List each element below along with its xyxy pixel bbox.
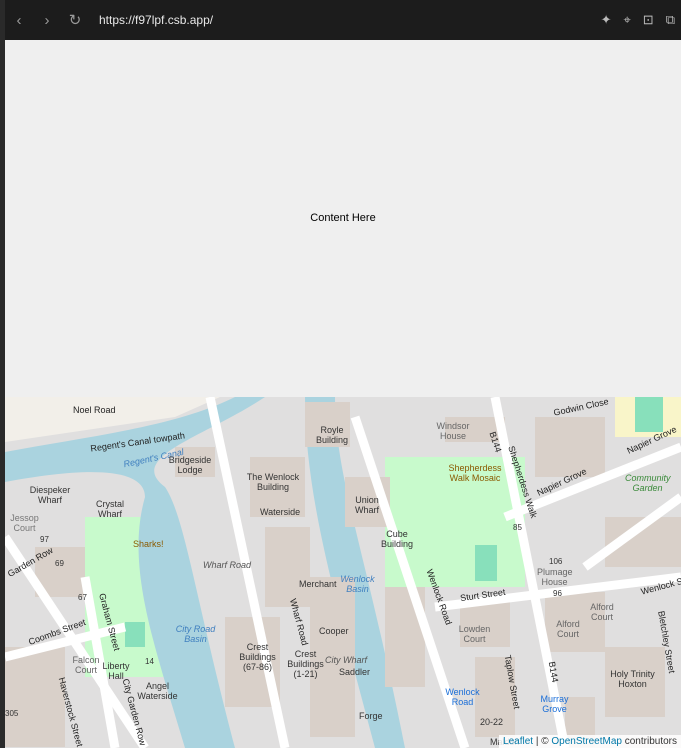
map-label: Crest Buildings (1-21): [287, 649, 324, 679]
map-label: 20-22: [480, 717, 504, 727]
map-label: Wharf Road: [203, 560, 252, 570]
map-label: Forge: [359, 711, 383, 721]
map-label: Wenlock Basin: [340, 574, 375, 594]
map-label: Diespeker Wharf: [29, 485, 71, 505]
map-label: 106: [549, 557, 563, 566]
map-label: Cooper: [319, 626, 349, 636]
forward-button[interactable]: ›: [33, 12, 61, 29]
map-label: Holy Trinity Hoxton: [610, 669, 655, 689]
content-text: Content Here: [310, 211, 376, 224]
map-label: Noel Road: [73, 405, 116, 415]
map-label: Crystal Wharf: [95, 499, 124, 519]
map-label: Crest Buildings (67-86): [239, 642, 276, 672]
crosshair-icon[interactable]: ⌖: [623, 12, 630, 28]
map-label: City Road Basin: [175, 624, 216, 644]
map-label: 305: [5, 709, 19, 718]
map-label: Merchant: [299, 579, 337, 589]
map-label: 96: [553, 589, 562, 598]
map-label: Cube Building: [380, 529, 414, 549]
map[interactable]: Noel Road Regent's Canal towpath Regent'…: [5, 397, 681, 748]
content-area: Content Here: [5, 40, 681, 397]
map-label: 67: [78, 593, 87, 602]
map-label: Union Wharf: [354, 495, 379, 515]
map-label: Jessop Court: [10, 513, 39, 533]
map-label: Shepherdess Walk Mosaic: [448, 463, 502, 483]
map-label: Alford Court: [556, 619, 580, 639]
map-label: Bridgeside Lodge: [168, 455, 212, 475]
map-label: 69: [55, 559, 64, 568]
map-label: Wenlock Road: [445, 687, 480, 707]
map-label: Sharks!: [133, 539, 164, 549]
map-label: Royle Building: [315, 425, 349, 445]
attribution-suffix: contributors: [621, 736, 677, 747]
map-label: Community Garden: [625, 473, 671, 493]
back-button[interactable]: ‹: [5, 12, 33, 29]
terminal-icon[interactable]: ⊡: [643, 12, 654, 28]
map-label: City Wharf: [325, 655, 368, 665]
map-label: Lowden Court: [458, 624, 491, 644]
osm-link[interactable]: OpenStreetMap: [551, 736, 622, 747]
map-label: Saddler: [339, 667, 371, 677]
map-label: 97: [40, 535, 49, 544]
reload-button[interactable]: ↻: [61, 11, 89, 29]
attribution-separator: | ©: [533, 736, 552, 747]
map-label: 85: [513, 523, 522, 532]
address-bar[interactable]: https://f97lpf.csb.app/: [99, 13, 213, 27]
map-label: Murray Grove: [540, 694, 569, 714]
map-label: Falcon Court: [72, 655, 100, 675]
map-label: Windsor House: [436, 421, 470, 441]
map-label: Plumage House: [537, 567, 573, 587]
map-label: The Wenlock Building: [246, 472, 300, 492]
windows-icon[interactable]: ⧉: [666, 12, 675, 28]
map-label: Angel Waterside: [137, 681, 178, 701]
browser-toolbar: ‹ › ↻ https://f97lpf.csb.app/ ✦ ⌖ ⊡ ⧉: [5, 0, 681, 40]
map-label: 14: [145, 657, 154, 666]
sparkle-icon[interactable]: ✦: [601, 12, 612, 28]
leaflet-link[interactable]: Leaflet: [503, 736, 533, 747]
map-attribution: Leaflet | © OpenStreetMap contributors: [499, 735, 681, 748]
map-label: Alford Court: [590, 602, 614, 622]
map-label: Waterside: [260, 507, 301, 517]
